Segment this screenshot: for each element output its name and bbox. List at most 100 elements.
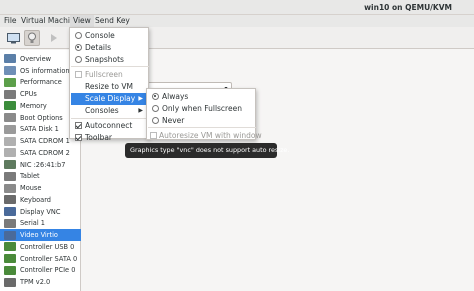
- sidebar-item-label: Serial 1: [20, 219, 45, 228]
- sidebar-item-label: SATA CDROM 1: [20, 137, 70, 146]
- details-button[interactable]: [24, 30, 40, 46]
- display-icon: [4, 207, 16, 217]
- sidebar-item[interactable]: Controller SATA 0: [0, 253, 81, 265]
- menu-item-label: Fullscreen: [85, 69, 123, 79]
- sidebar-item[interactable]: TPM v2.0: [0, 276, 81, 288]
- lightbulb-icon: [28, 32, 36, 43]
- sidebar-item-label: Keyboard: [20, 195, 51, 204]
- nic-icon: [4, 160, 16, 170]
- performance-icon: [4, 77, 16, 87]
- sidebar-item[interactable]: Serial 1: [0, 218, 81, 230]
- tpm-icon: [4, 277, 16, 287]
- serial-icon: [4, 218, 16, 228]
- sidebar-item-label: Memory: [20, 101, 47, 110]
- sidebar-item[interactable]: Controller PCIe 0: [0, 265, 81, 277]
- sidebar-item-label: Video Virtio: [20, 231, 58, 240]
- sidebar-item[interactable]: Tablet: [0, 171, 81, 183]
- sidebar-item[interactable]: Video Virtio: [0, 229, 81, 241]
- radio-icon: [151, 104, 159, 112]
- menu-item-label: Toolbar: [85, 133, 113, 143]
- memory-icon: [4, 101, 16, 111]
- menu-item[interactable]: Snapshots: [71, 53, 147, 65]
- sidebar-item-label: Performance: [20, 78, 62, 87]
- sidebar-item-label: Controller PCIe 0: [20, 266, 76, 275]
- checkbox-icon: [150, 131, 157, 139]
- radio-slot: [73, 43, 83, 51]
- cdrom-icon: [4, 136, 16, 146]
- menu-item[interactable]: Autoconnect: [71, 120, 147, 132]
- menu-item[interactable]: Never: [148, 114, 254, 126]
- controller-icon: [4, 254, 16, 264]
- sidebar-item-label: OS information: [20, 66, 70, 75]
- title-bar: win10 on QEMU/KVM: [0, 0, 474, 15]
- menu-item[interactable]: Scale Display ▶: [71, 92, 147, 105]
- scale-display-submenu: Always Only when Fullscreen Never Autoresiz…: [146, 88, 262, 141]
- sidebar-item-label: Mouse: [20, 184, 42, 193]
- chevron-right-icon: ▶: [138, 95, 143, 103]
- menu-item: Autoresize VM with window: [148, 129, 262, 141]
- menu-separator: [148, 127, 256, 129]
- menu-item-label: Never: [162, 115, 185, 125]
- keyboard-icon: [4, 195, 16, 205]
- console-button[interactable]: [5, 30, 21, 46]
- checkbox-slot: [73, 122, 83, 130]
- menu-file[interactable]: File: [1, 15, 20, 27]
- controller-icon: [4, 242, 16, 252]
- sidebar-item[interactable]: Controller USB 0: [0, 241, 81, 253]
- menu-item[interactable]: Only when Fullscreen: [148, 102, 254, 114]
- menu-item[interactable]: Console: [71, 29, 147, 41]
- radio-slot: [150, 92, 160, 100]
- sidebar-item[interactable]: NIC :26:41:b7: [0, 159, 81, 171]
- menu-item-label: Consoles: [85, 106, 119, 116]
- checkbox-icon: [74, 122, 82, 130]
- mouse-icon: [4, 183, 16, 193]
- checkbox-slot: [150, 131, 157, 139]
- menu-item-label: Details: [85, 42, 112, 52]
- menu-item[interactable]: Details: [71, 41, 147, 53]
- sidebar-item[interactable]: Mouse: [0, 182, 81, 194]
- menu-item-label: Snapshots: [85, 54, 124, 64]
- menu-view[interactable]: View: [70, 15, 94, 27]
- radio-icon: [74, 43, 82, 51]
- checkbox-slot: [73, 70, 83, 78]
- checkbox-icon: [74, 70, 82, 78]
- menu-send-key[interactable]: Send Key: [92, 15, 133, 27]
- menu-item[interactable]: Consoles ▶: [71, 105, 147, 117]
- menu-separator: [71, 117, 149, 119]
- play-icon: [51, 34, 57, 42]
- window-title: win10 on QEMU/KVM: [364, 3, 452, 12]
- sidebar-item-label: Controller SATA 0: [20, 254, 78, 263]
- radio-icon: [151, 92, 159, 100]
- checkbox-icon: [74, 134, 82, 142]
- sidebar-item-label: TPM v2.0: [20, 278, 51, 287]
- radio-icon: [74, 55, 82, 63]
- cdrom-icon: [4, 148, 16, 158]
- boot-options-icon: [4, 113, 16, 123]
- sidebar-item-label: Display VNC: [20, 207, 61, 216]
- tooltip: Graphics type "vnc" does not support aut…: [125, 143, 289, 158]
- view-menu: Console Details Snapshots Fullscreen Resize …: [69, 27, 149, 143]
- menu-item-label: Resize to VM: [85, 82, 133, 92]
- sidebar-item-label: Overview: [20, 54, 52, 63]
- menu-item: Fullscreen: [71, 68, 147, 80]
- menu-item[interactable]: Resize to VM: [71, 80, 147, 92]
- sidebar-item-label: Tablet: [20, 172, 40, 181]
- run-button[interactable]: [46, 30, 62, 46]
- radio-slot: [73, 31, 83, 39]
- checkbox-slot: [73, 134, 83, 142]
- menu-item[interactable]: Always: [148, 90, 254, 102]
- menu-item-label: Console: [85, 30, 115, 40]
- chevron-right-icon: ▶: [138, 107, 143, 115]
- menu-bar: File Virtual Machine View Send Key: [0, 15, 474, 27]
- sidebar-item-label: SATA CDROM 2: [20, 148, 70, 157]
- sidebar-item-label: Boot Options: [20, 113, 63, 122]
- menu-item-label: Scale Display: [85, 94, 136, 104]
- menu-item-label: Always: [162, 91, 189, 101]
- radio-icon: [74, 31, 82, 39]
- sidebar-item[interactable]: Keyboard: [0, 194, 81, 206]
- sidebar-item[interactable]: Display VNC: [0, 206, 81, 218]
- monitor-icon: [6, 32, 20, 43]
- sidebar-item[interactable]: SATA CDROM 2: [0, 147, 81, 159]
- menu-item-label: Autoconnect: [85, 121, 133, 131]
- radio-slot: [73, 55, 83, 63]
